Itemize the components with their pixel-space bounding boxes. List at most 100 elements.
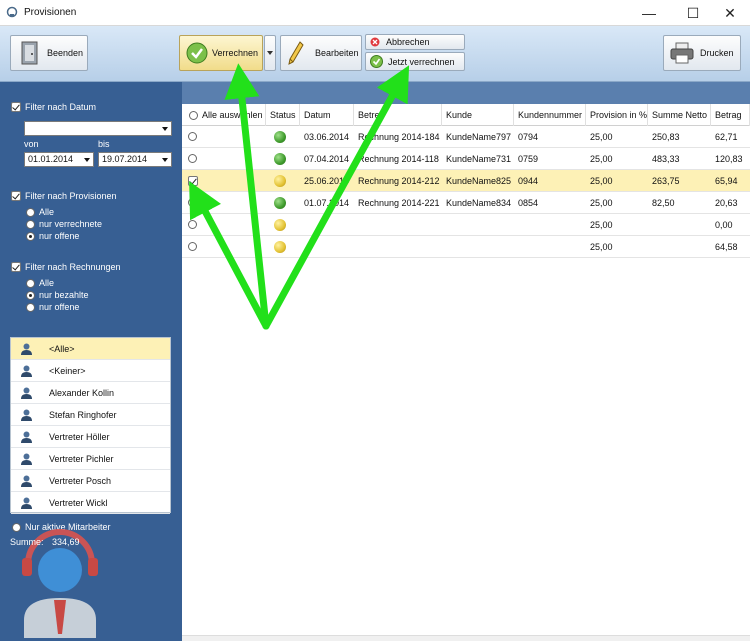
user-icon [21, 475, 32, 487]
filter-datum-checkbox[interactable]: Filter nach Datum [11, 102, 96, 112]
filter-provisionen-checkbox[interactable]: Filter nach Provisionen [11, 191, 117, 201]
rech-option-bezahlte[interactable]: nur bezahlte [26, 290, 89, 300]
radio[interactable] [26, 278, 35, 288]
option-label: nur bezahlte [39, 290, 89, 300]
user-name: <Keiner> [49, 365, 86, 376]
verrechnen-dropdown[interactable] [264, 35, 276, 71]
verrechnen-button[interactable]: Verrechnen [179, 35, 263, 71]
user-list-item[interactable]: Vertreter Posch [11, 470, 170, 492]
maximize-button[interactable]: ☐ [673, 0, 713, 26]
cell-kunde [442, 236, 514, 258]
horizontal-scrollbar[interactable] [182, 635, 750, 641]
kunde-header[interactable]: Kunde [442, 104, 514, 126]
abbrechen-label: Abbrechen [386, 37, 430, 47]
column-label: Datum [304, 110, 331, 120]
chevron-down-icon [162, 158, 168, 162]
app-icon [6, 6, 18, 18]
chevron-down-icon [84, 158, 90, 162]
cell-nr: 0759 [518, 154, 539, 164]
cell-datum [300, 236, 354, 258]
kundennummer-header[interactable]: Kundennummer [514, 104, 586, 126]
betreff-header[interactable]: Betreff [354, 104, 442, 126]
radio[interactable] [26, 290, 35, 300]
row-checkbox[interactable] [188, 198, 197, 207]
option-label: nur verrechnete [39, 219, 103, 229]
cell-nr: 0944 [518, 176, 539, 186]
table-row[interactable]: 03.06.2014 Rechnung 2014-184 KundeName797 0… [182, 126, 750, 148]
bis-date-picker[interactable]: 19.07.2014 [98, 152, 172, 167]
chevron-down-icon [267, 51, 273, 55]
radio[interactable] [26, 219, 35, 229]
abbrechen-button[interactable]: Abbrechen [365, 34, 465, 50]
radio[interactable] [26, 302, 35, 312]
filter-rechnungen-checkbox[interactable]: Filter nach Rechnungen [11, 262, 121, 272]
radio[interactable] [26, 207, 35, 217]
jetzt-verrechnen-button[interactable]: Jetzt verrechnen [365, 52, 465, 71]
row-checkbox[interactable] [188, 154, 197, 163]
user-list-item[interactable]: Vertreter Höller [11, 426, 170, 448]
beenden-button[interactable]: Beenden [10, 35, 88, 71]
row-checkbox[interactable] [188, 242, 197, 251]
table-row[interactable]: 25,00 64,58 [182, 236, 750, 258]
cell-netto: 483,33 [652, 154, 680, 164]
table-row[interactable]: 07.04.2014 Rechnung 2014-118 KundeName731 0… [182, 148, 750, 170]
prov-option-offene[interactable]: nur offene [26, 231, 79, 241]
checkbox[interactable] [11, 191, 21, 201]
beenden-label: Beenden [47, 48, 84, 58]
von-label: von [24, 139, 39, 149]
user-icon [21, 387, 32, 399]
table-row[interactable]: 25.06.2014 Rechnung 2014-212 KundeName825 0… [182, 170, 750, 192]
row-checkbox[interactable] [188, 132, 197, 141]
user-list-item[interactable]: <Alle> [11, 338, 170, 360]
prov-option-alle[interactable]: Alle [26, 207, 54, 217]
user-list-item[interactable]: Alexander Kollin [11, 382, 170, 404]
von-date-picker[interactable]: 01.01.2014 [24, 152, 94, 167]
cell-netto: 263,75 [652, 176, 680, 186]
row-checkbox[interactable] [188, 176, 198, 186]
user-list-item[interactable]: <Keiner> [11, 360, 170, 382]
printer-icon [670, 42, 694, 64]
radio[interactable] [26, 231, 35, 241]
datum-range-select[interactable] [24, 121, 172, 136]
select-all-header[interactable]: Alle auswählen [182, 104, 266, 126]
user-icon [21, 409, 32, 421]
minimize-button[interactable]: — [629, 0, 669, 26]
column-label: Status [270, 110, 296, 120]
user-list-item[interactable]: Stefan Ringhofer [11, 404, 170, 426]
rech-option-offene[interactable]: nur offene [26, 302, 79, 312]
user-list-item[interactable]: Vertreter Pichler [11, 448, 170, 470]
provision-header[interactable]: Provision in % [586, 104, 648, 126]
verrechnen-label: Verrechnen [212, 48, 259, 58]
user-icon [21, 431, 32, 443]
option-label: Alle [39, 207, 55, 217]
table-row[interactable]: 25,00 0,00 [182, 214, 750, 236]
select-all-checkbox[interactable] [189, 111, 198, 121]
prov-option-verrechnete[interactable]: nur verrechnete [26, 219, 102, 229]
summe-netto-header[interactable]: Summe Netto [648, 104, 711, 126]
row-checkbox[interactable] [188, 220, 197, 229]
status-header[interactable]: Status [266, 104, 300, 126]
bis-date-value: 19.07.2014 [102, 154, 148, 164]
summe-value: 334,69 [52, 537, 80, 547]
user-list: <Alle> <Keiner> Alexander Kollin Stefan Rin… [10, 337, 171, 514]
rech-option-alle[interactable]: Alle [26, 278, 54, 288]
user-icon [21, 343, 32, 355]
user-name: Vertreter Höller [49, 431, 110, 442]
drucken-button[interactable]: Drucken [663, 35, 741, 71]
datum-header[interactable]: Datum [300, 104, 354, 126]
drucken-label: Drucken [700, 48, 734, 58]
checkbox[interactable] [11, 102, 21, 112]
table-row[interactable]: 01.07.2014 Rechnung 2014-221 KundeName834 0… [182, 192, 750, 214]
cell-nr: 0854 [518, 198, 539, 208]
close-button[interactable]: ✕ [710, 0, 750, 26]
bearbeiten-button[interactable]: Bearbeiten [280, 35, 362, 71]
cell-prov: 25,00 [590, 198, 613, 208]
cell-datum: 07.04.2014 [304, 154, 350, 164]
cell-prov: 25,00 [590, 242, 613, 252]
checkbox[interactable] [11, 262, 21, 272]
cell-netto [648, 214, 711, 236]
exit-door-icon [21, 41, 38, 65]
status-yellow-icon [274, 241, 286, 253]
user-list-item[interactable]: Vertreter Wickl [11, 492, 170, 514]
betrag-header[interactable]: Betrag [711, 104, 750, 126]
